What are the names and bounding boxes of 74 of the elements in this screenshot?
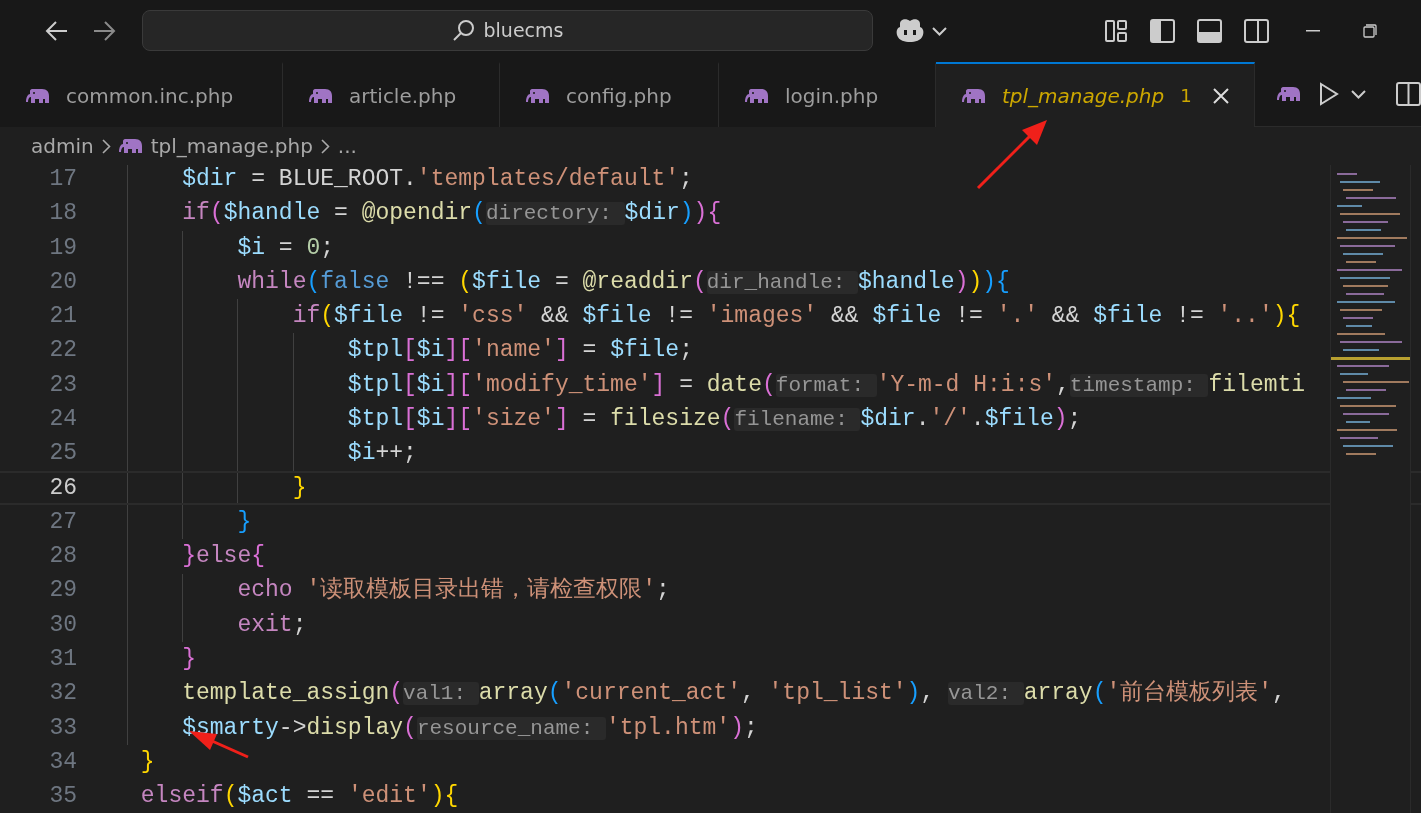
code-line: while(false !== ($file = @readdir(dir_handle: $handle))){ bbox=[236, 267, 1010, 297]
code-line: } bbox=[236, 507, 252, 537]
line-number: 35 bbox=[48, 782, 77, 812]
minimize-icon[interactable] bbox=[1306, 30, 1320, 32]
line-number: 25 bbox=[48, 439, 77, 469]
line-number: 34 bbox=[48, 747, 77, 777]
caret-icon[interactable] bbox=[1351, 89, 1366, 99]
code-line: }else{ bbox=[181, 542, 266, 572]
line-number: 19 bbox=[48, 233, 77, 263]
code-line: exit; bbox=[236, 610, 307, 640]
code-line: } bbox=[291, 473, 307, 503]
code-line: echo '读取模板目录出错，请检查权限'; bbox=[236, 576, 670, 606]
line-number: 24 bbox=[48, 405, 77, 434]
code-line: elseif($act == 'edit'){ bbox=[139, 782, 459, 812]
breadcrumb-item[interactable]: tpl_manage.php bbox=[150, 131, 313, 161]
line-number: 23 bbox=[48, 370, 77, 400]
close-icon[interactable] bbox=[1211, 86, 1230, 105]
panel-toggle-icon[interactable] bbox=[1197, 19, 1222, 43]
line-number: 32 bbox=[48, 679, 77, 709]
code-line: $tpl[$i]['size'] = filesize(filename: $dir.'/'.$file); bbox=[346, 405, 1082, 434]
sidebar-toggle-icon[interactable] bbox=[1150, 19, 1175, 43]
code-line: $dir = BLUE_ROOT.'templates/default'; bbox=[181, 165, 693, 194]
elephant-icon bbox=[26, 86, 50, 105]
line-number: 18 bbox=[48, 199, 77, 229]
breadcrumb-item[interactable]: admin bbox=[31, 131, 94, 161]
editor-tab[interactable]: common.inc.php bbox=[0, 62, 283, 127]
chevron-icon bbox=[101, 138, 111, 154]
line-number: 20 bbox=[48, 267, 77, 297]
elephant-icon bbox=[526, 86, 550, 105]
code-line: } bbox=[139, 747, 155, 777]
split-editor-icon[interactable] bbox=[1396, 82, 1421, 106]
annotation-arrow bbox=[976, 120, 1047, 190]
restore-icon[interactable] bbox=[1363, 24, 1377, 38]
line-number: 26 bbox=[48, 473, 77, 503]
elephant-icon bbox=[745, 86, 769, 105]
problem-count: 1 bbox=[1180, 84, 1192, 108]
code-line: template_assign(val1: array('current_act', 'tpl_list'), val2: array('前台模板列表', bbox=[181, 679, 1286, 709]
line-number: 22 bbox=[48, 336, 77, 366]
code-line: $i++; bbox=[346, 439, 417, 469]
code-line: if($handle = @opendir(directory: $dir)){ bbox=[181, 199, 722, 229]
elephant-icon bbox=[118, 137, 143, 155]
code-line: $tpl[$i]['name'] = $file; bbox=[346, 336, 693, 366]
code-line: if($file != 'css' && $file != 'images' && $file != '.' && $file != '..'){ bbox=[291, 302, 1301, 332]
elephant-icon bbox=[962, 86, 986, 105]
editor-tab[interactable]: article.php bbox=[283, 62, 500, 127]
code-line: $smarty->display(resource_name: 'tpl.htm'); bbox=[181, 713, 758, 743]
line-number: 21 bbox=[48, 302, 77, 332]
line-number: 30 bbox=[48, 610, 77, 640]
secondary-sidebar-icon[interactable] bbox=[1244, 19, 1269, 43]
minimap-drawing[interactable] bbox=[1330, 165, 1410, 813]
line-number: 17 bbox=[48, 165, 77, 194]
code-line: $i = 0; bbox=[236, 233, 335, 263]
line-number: 33 bbox=[48, 713, 77, 743]
caret-icon[interactable] bbox=[932, 27, 947, 36]
search-icon bbox=[451, 18, 476, 43]
elephant-icon bbox=[309, 86, 333, 105]
elephant-icon bbox=[1277, 85, 1301, 103]
back-icon[interactable] bbox=[45, 20, 69, 42]
code-line: $tpl[$i]['modify_time'] = date(format: 'Y-m-d H:i:s',timestamp: filemti bbox=[346, 370, 1306, 400]
line-number: 28 bbox=[48, 542, 77, 572]
editor-tab[interactable]: tpl_manage.php 1 bbox=[936, 62, 1255, 127]
editor-tab[interactable]: config.php bbox=[500, 62, 719, 127]
copilot-icon[interactable] bbox=[895, 16, 925, 44]
run-icon[interactable] bbox=[1319, 82, 1339, 106]
line-number: 27 bbox=[48, 507, 77, 537]
command-center[interactable]: bluecms bbox=[142, 10, 873, 51]
forward-icon[interactable] bbox=[92, 20, 116, 42]
editor-tab[interactable]: login.php bbox=[719, 62, 936, 127]
layout-icon[interactable] bbox=[1104, 19, 1128, 43]
line-number: 31 bbox=[48, 645, 77, 675]
line-number: 29 bbox=[48, 576, 77, 606]
code-line: } bbox=[181, 645, 196, 675]
chevron-icon bbox=[320, 138, 330, 154]
breadcrumb-more[interactable]: ... bbox=[337, 131, 357, 161]
